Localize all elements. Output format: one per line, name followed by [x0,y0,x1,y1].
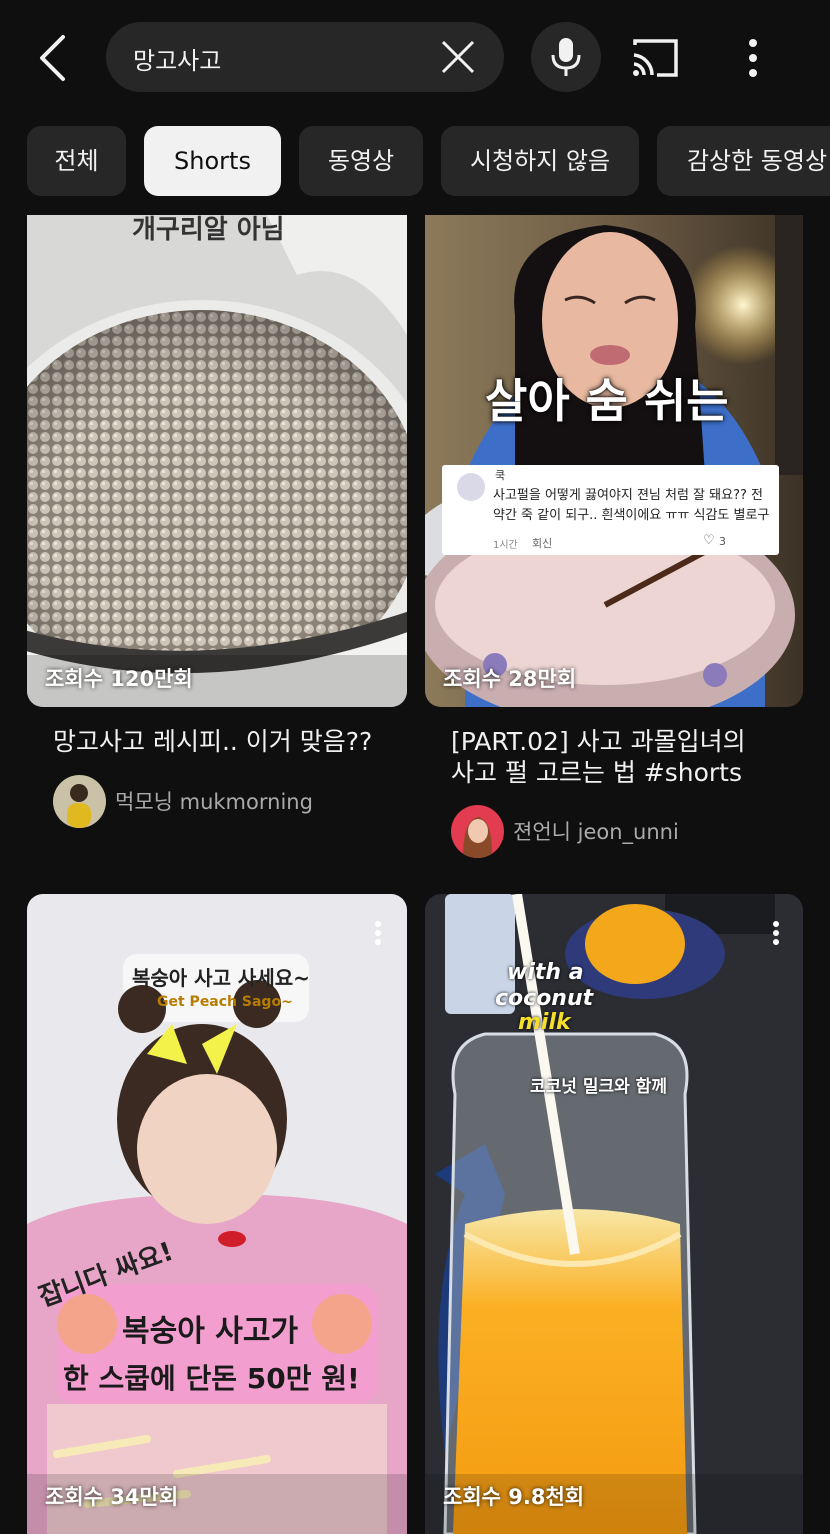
top-app-bar: 망고사고 [0,0,830,115]
short-thumbnail[interactable]: 살아 숨 쉬는 쿡 사고펄을 어떻게 끓여야지 젼님 처럼 잘 돼요?? 전 약… [425,215,803,707]
more-vertical-icon [375,921,381,945]
back-button[interactable] [28,30,78,85]
short-result-card[interactable]: 복숭아 사고 사세요~ Get Peach Sago~ 잡니다 싸요! 복숭아 … [27,894,407,1534]
short-menu-button[interactable] [766,916,786,952]
more-vertical-icon [773,921,779,945]
thumbnail-image [27,215,407,707]
close-icon [441,40,475,74]
thumbnail-caption: 복숭아 사고 사세요~ [132,966,310,990]
voice-search-button[interactable] [531,22,601,92]
avatar-image [53,775,106,828]
search-box[interactable]: 망고사고 [106,22,504,92]
filter-chip-bar: 전체 Shorts 동영상 시청하지 않음 감상한 동영상 [0,126,830,198]
thumbnail-caption: 개구리알 아님 [132,215,285,245]
channel-name[interactable]: 젼언니 jeon_unni [513,816,679,846]
channel-avatar[interactable] [53,775,106,828]
view-count: 조회수 28만회 [443,667,577,691]
cast-icon [633,39,678,77]
short-title: 망고사고 레시피.. 이거 맞음?? [53,727,373,756]
chip-watched[interactable]: 감상한 동영상 [657,126,830,196]
thumbnail-caption-2: coconut [495,986,594,1011]
thumbnail-image [425,215,803,707]
comment-reply: 회신 [532,537,553,550]
microphone-icon [551,38,581,76]
short-menu-button[interactable] [368,916,388,952]
chip-unwatched[interactable]: 시청하지 않음 [441,126,639,196]
channel-avatar[interactable] [451,805,504,858]
short-title: [PART.02] 사고 과몰입녀의 사고 펄 고르는 법 #shorts [451,727,746,787]
chevron-left-icon [40,35,65,81]
comment-time: 1시간 [493,540,518,551]
thumbnail-caption: 살아 숨 쉬는 [485,374,729,428]
short-thumbnail[interactable]: 개구리알 아님 조회수 120만회 [27,215,407,707]
thumbnail-caption-3: milk [518,1010,571,1035]
short-result-card[interactable]: 살아 숨 쉬는 쿡 사고펄을 어떻게 끓여야지 젼님 처럼 잘 돼요?? 전 약… [425,215,805,865]
view-count: 조회수 34만회 [45,1485,179,1509]
banner-line-2: 한 스쿱에 단돈 50만 원! [63,1362,360,1395]
thumbnail-caption-1: with a [507,960,584,985]
avatar-image [451,805,504,858]
short-result-card[interactable]: 개구리알 아님 조회수 120만회 망고사고 레시피.. 이거 맞음?? 먹모닝… [27,215,407,835]
channel-name[interactable]: 먹모닝 mukmorning [115,786,313,816]
thumbnail-subcaption: Get Peach Sago~ [157,994,293,1010]
short-thumbnail[interactable]: 복숭아 사고 사세요~ Get Peach Sago~ 잡니다 싸요! 복숭아 … [27,894,407,1534]
cast-button[interactable] [631,37,681,79]
comment-text: 사고펄을 어떻게 끓여야지 젼님 처럼 잘 돼요?? 전 약간 죽 같이 되구.… [493,488,770,523]
more-vertical-icon [749,39,757,77]
view-count: 조회수 120만회 [45,667,193,691]
short-thumbnail[interactable]: with a coconut milk 코코넛 밀크와 함께 조회수 9.8천회 [425,894,803,1534]
view-count: 조회수 9.8천회 [443,1485,585,1509]
chip-all[interactable]: 전체 [27,126,126,196]
comment-author: 쿡 [495,469,506,482]
clear-search-button[interactable] [440,39,476,75]
short-result-card[interactable]: with a coconut milk 코코넛 밀크와 함께 조회수 9.8천회 [425,894,803,1534]
search-query[interactable]: 망고사고 [133,41,221,76]
thumbnail-image [425,894,803,1534]
more-options-button[interactable] [736,35,770,81]
thumbnail-subcaption: 코코넛 밀크와 함께 [530,1077,667,1097]
banner-line-1: 복숭아 사고가 [122,1314,299,1349]
chip-shorts[interactable]: Shorts [144,126,281,196]
chip-videos[interactable]: 동영상 [299,126,423,196]
comment-likes: 3 [719,535,726,548]
heart-icon: ♡ [703,533,715,548]
